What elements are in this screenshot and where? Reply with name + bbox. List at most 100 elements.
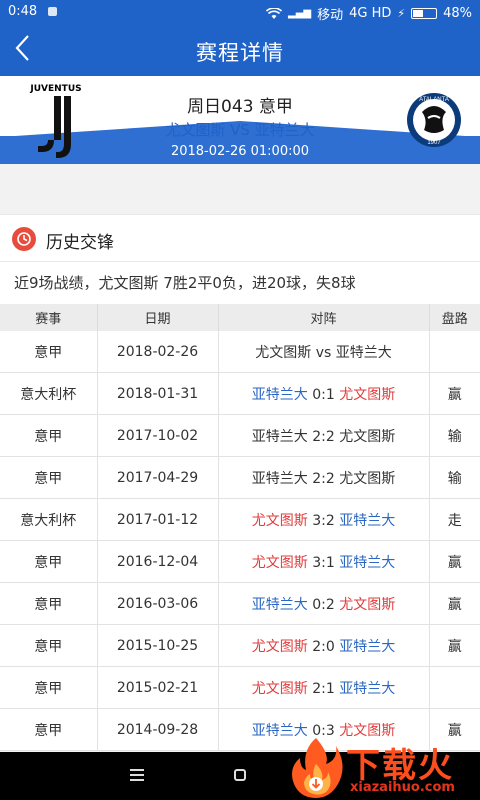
- col-header-date: 日期: [97, 304, 219, 331]
- battery-icon: [411, 8, 438, 19]
- match-teams: 尤文图斯 VS 亚特兰大: [165, 121, 315, 139]
- home-team: 尤文图斯: [255, 344, 312, 361]
- record-summary: 近9场战绩，尤文图斯 7胜2平0负，进20球，失8球: [0, 262, 480, 304]
- away-team: 亚特兰大: [339, 638, 396, 655]
- score: 3:2: [312, 512, 335, 529]
- score: 2:1: [312, 680, 335, 697]
- table-row[interactable]: 意甲 2015-02-21 尤文图斯 2:1 亚特兰大: [0, 666, 480, 709]
- cell-handicap-result: 输: [429, 414, 480, 457]
- cell-handicap-result: [429, 666, 480, 709]
- history-icon: [12, 227, 36, 251]
- home-team: 尤文图斯: [251, 512, 308, 529]
- cell-league: 意大利杯: [0, 372, 98, 415]
- table-row[interactable]: 意甲 2017-04-29 亚特兰大 2:2 尤文图斯输: [0, 456, 480, 499]
- cell-league: 意甲: [0, 331, 98, 373]
- table-row[interactable]: 意大利杯 2018-01-31 亚特兰大 0:1 尤文图斯赢: [0, 372, 480, 415]
- table-row[interactable]: 意甲 2015-10-25 尤文图斯 2:0 亚特兰大赢: [0, 624, 480, 667]
- cell-date: 2015-10-25: [97, 624, 219, 667]
- cell-date: 2014-09-28: [97, 708, 219, 751]
- col-header-handicap: 盘路: [429, 304, 480, 331]
- cell-league: 意甲: [0, 540, 98, 583]
- flame-icon: [292, 738, 343, 798]
- cell-league: 意甲: [0, 582, 98, 625]
- cell-date: 2015-02-21: [97, 666, 219, 709]
- table-header-row: 赛事 日期 对阵 盘路: [0, 304, 480, 331]
- cell-league: 意甲: [0, 414, 98, 457]
- away-team: 尤文图斯: [339, 428, 396, 445]
- score: 0:2: [312, 596, 335, 613]
- cell-date: 2017-04-29: [97, 456, 219, 499]
- table-row[interactable]: 意甲 2016-03-06 亚特兰大 0:2 尤文图斯赢: [0, 582, 480, 625]
- carrier-label: 移动: [317, 8, 344, 23]
- cell-date: 2017-01-12: [97, 498, 219, 541]
- section-title: 历史交锋: [46, 233, 114, 253]
- score: 3:1: [312, 554, 335, 571]
- cell-fixture: 尤文图斯 2:1 亚特兰大: [218, 666, 430, 709]
- wifi-icon: [266, 7, 282, 19]
- cell-date: 2016-12-04: [97, 540, 219, 583]
- cell-fixture: 亚特兰大 0:2 尤文图斯: [218, 582, 430, 625]
- home-team: 亚特兰大: [251, 386, 308, 403]
- cell-handicap-result: 输: [429, 456, 480, 499]
- cell-league: 意大利杯: [0, 498, 98, 541]
- cell-fixture: 尤文图斯 3:2 亚特兰大: [218, 498, 430, 541]
- atalanta-logo-text-top: ATALANTA: [419, 97, 449, 103]
- cell-league: 意甲: [0, 666, 98, 709]
- cell-date: 2018-02-26: [97, 331, 219, 373]
- watermark-logo: 下载火 xiazaihuo.com: [280, 736, 480, 800]
- away-team: 亚特兰大: [339, 554, 396, 571]
- score: 0:1: [312, 386, 335, 403]
- away-team: 尤文图斯: [339, 386, 396, 403]
- cell-handicap-result: [429, 331, 480, 373]
- match-datetime: 2018-02-26 01:00:00: [170, 144, 310, 159]
- cell-date: 2017-10-02: [97, 414, 219, 457]
- cell-fixture: 亚特兰大 2:2 尤文图斯: [218, 456, 430, 499]
- table-row[interactable]: 意甲 2018-02-26 尤文图斯 vs 亚特兰大: [0, 331, 480, 373]
- table-row[interactable]: 意甲 2017-10-02 亚特兰大 2:2 尤文图斯输: [0, 414, 480, 457]
- cell-league: 意甲: [0, 708, 98, 751]
- history-table: 赛事 日期 对阵 盘路 意甲 2018-02-26 尤文图斯 vs 亚特兰大 意大利杯…: [0, 304, 480, 751]
- match-header: JUVENTUS 周日043 意甲 尤文图斯 VS 亚特兰大 2018-02-2…: [0, 76, 480, 164]
- cell-fixture: 亚特兰大 2:2 尤文图斯: [218, 414, 430, 457]
- home-team: 亚特兰大: [251, 596, 308, 613]
- score: 2:2: [312, 470, 335, 487]
- battery-percent: 48%: [443, 6, 472, 21]
- score: 2:2: [312, 428, 335, 445]
- cell-handicap-result: 赢: [429, 624, 480, 667]
- charging-icon: ⚡: [397, 7, 406, 20]
- away-team: 亚特兰大: [339, 512, 396, 529]
- network-label: 4G HD: [349, 6, 392, 21]
- notification-icon: [48, 7, 57, 16]
- away-team: 尤文图斯: [339, 470, 396, 487]
- status-time: 0:48: [8, 4, 38, 19]
- score: vs: [315, 344, 332, 361]
- page-title: 赛程详情: [196, 41, 284, 65]
- cell-handicap-result: 赢: [429, 372, 480, 415]
- table-row[interactable]: 意大利杯 2017-01-12 尤文图斯 3:2 亚特兰大走: [0, 498, 480, 541]
- away-team: 亚特兰大: [335, 344, 392, 361]
- status-bar: 0:48 ▂▄▆ 移动 4G HD ⚡ 48%: [0, 0, 480, 24]
- away-team: 亚特兰大: [339, 680, 396, 697]
- title-bar: 赛程详情: [0, 24, 480, 76]
- watermark-url: xiazaihuo.com: [350, 780, 455, 795]
- cell-fixture: 尤文图斯 vs 亚特兰大: [218, 331, 430, 373]
- home-icon[interactable]: [234, 769, 246, 781]
- cell-fixture: 尤文图斯 3:1 亚特兰大: [218, 540, 430, 583]
- menu-icon[interactable]: [130, 769, 144, 781]
- away-team: 尤文图斯: [339, 596, 396, 613]
- home-team: 尤文图斯: [251, 680, 308, 697]
- home-team: 亚特兰大: [251, 428, 308, 445]
- section-header: 历史交锋: [0, 214, 480, 262]
- home-team: 尤文图斯: [251, 638, 308, 655]
- cell-league: 意甲: [0, 624, 98, 667]
- cell-date: 2016-03-06: [97, 582, 219, 625]
- cell-league: 意甲: [0, 456, 98, 499]
- cell-handicap-result: 走: [429, 498, 480, 541]
- cell-handicap-result: 赢: [429, 540, 480, 583]
- status-right: ▂▄▆ 移动 4G HD ⚡ 48%: [266, 4, 472, 23]
- table-row[interactable]: 意甲 2016-12-04 尤文图斯 3:1 亚特兰大赢: [0, 540, 480, 583]
- home-team: 尤文图斯: [251, 554, 308, 571]
- cell-handicap-result: 赢: [429, 582, 480, 625]
- signal-icon: ▂▄▆: [288, 8, 312, 19]
- col-header-fixture: 对阵: [218, 304, 430, 331]
